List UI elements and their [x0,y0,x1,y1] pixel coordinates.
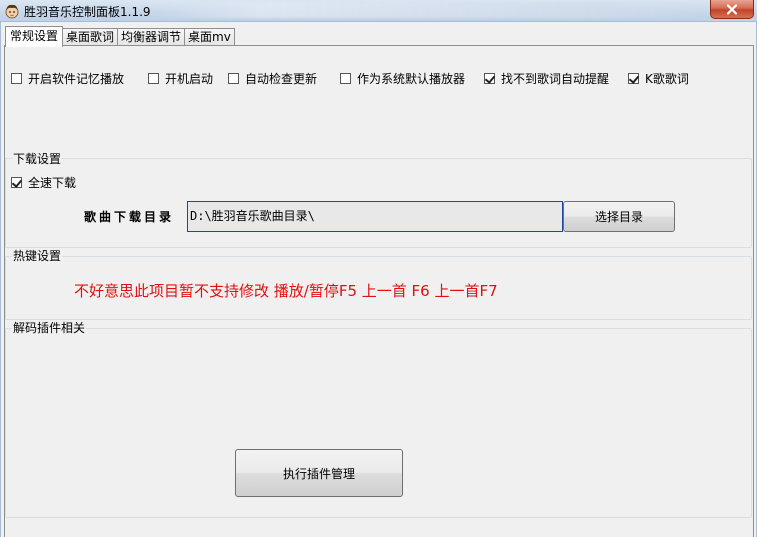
option-missing-lyrics-alert[interactable]: 找不到歌词自动提醒 [484,70,609,87]
option-label: 找不到歌词自动提醒 [501,72,610,86]
option-karaoke-lyrics[interactable]: K歌歌词 [628,70,689,87]
title-bar-background [150,2,710,18]
checkbox[interactable] [484,73,495,84]
option-full-speed-download[interactable]: 全速下载 [11,174,76,191]
option-launch-on-startup[interactable]: 开机启动 [148,70,213,87]
download-dir-label: 歌曲下载目录 [84,210,175,224]
title-bar: 胜羽音乐控制面板1.1.9 [0,0,757,22]
decoder-plugin-title: 解码插件相关 [12,320,87,336]
download-dir-field[interactable]: D:\胜羽音乐歌曲目录\ [187,201,563,232]
option-label: 全速下载 [28,176,77,190]
option-default-player[interactable]: 作为系统默认播放器 [340,70,465,87]
checkbox[interactable] [228,73,239,84]
checkbox[interactable] [11,73,22,84]
option-label: 开启软件记忆播放 [28,72,125,86]
tab-general-settings[interactable]: 常规设置 [5,26,64,47]
run-plugin-manager-button[interactable]: 执行插件管理 [235,449,403,497]
window-title: 胜羽音乐控制面板1.1.9 [24,5,151,19]
hotkey-notice: 不好意思此项目暂不支持修改 播放/暂停F5 上一首 F6 上一首F7 [74,282,498,300]
choose-directory-button[interactable]: 选择目录 [563,201,675,232]
option-label: 自动检查更新 [245,72,318,86]
option-label: 开机启动 [165,72,214,86]
option-label: K歌歌词 [645,72,689,86]
option-remember-playback[interactable]: 开启软件记忆播放 [11,70,124,87]
checkbox[interactable] [11,177,22,188]
hotkey-settings-title: 热键设置 [12,248,63,264]
close-icon [726,3,738,15]
download-settings-title: 下载设置 [12,151,63,167]
checkbox[interactable] [628,73,639,84]
option-auto-check-updates[interactable]: 自动检查更新 [228,70,317,87]
close-button[interactable] [710,0,754,19]
option-label: 作为系统默认播放器 [357,72,466,86]
checkbox[interactable] [340,73,351,84]
tab-strip: 常规设置 桌面歌词 均衡器调节 桌面mv [5,26,235,47]
mascot-avatar-icon[interactable] [4,3,20,19]
checkbox[interactable] [148,73,159,84]
